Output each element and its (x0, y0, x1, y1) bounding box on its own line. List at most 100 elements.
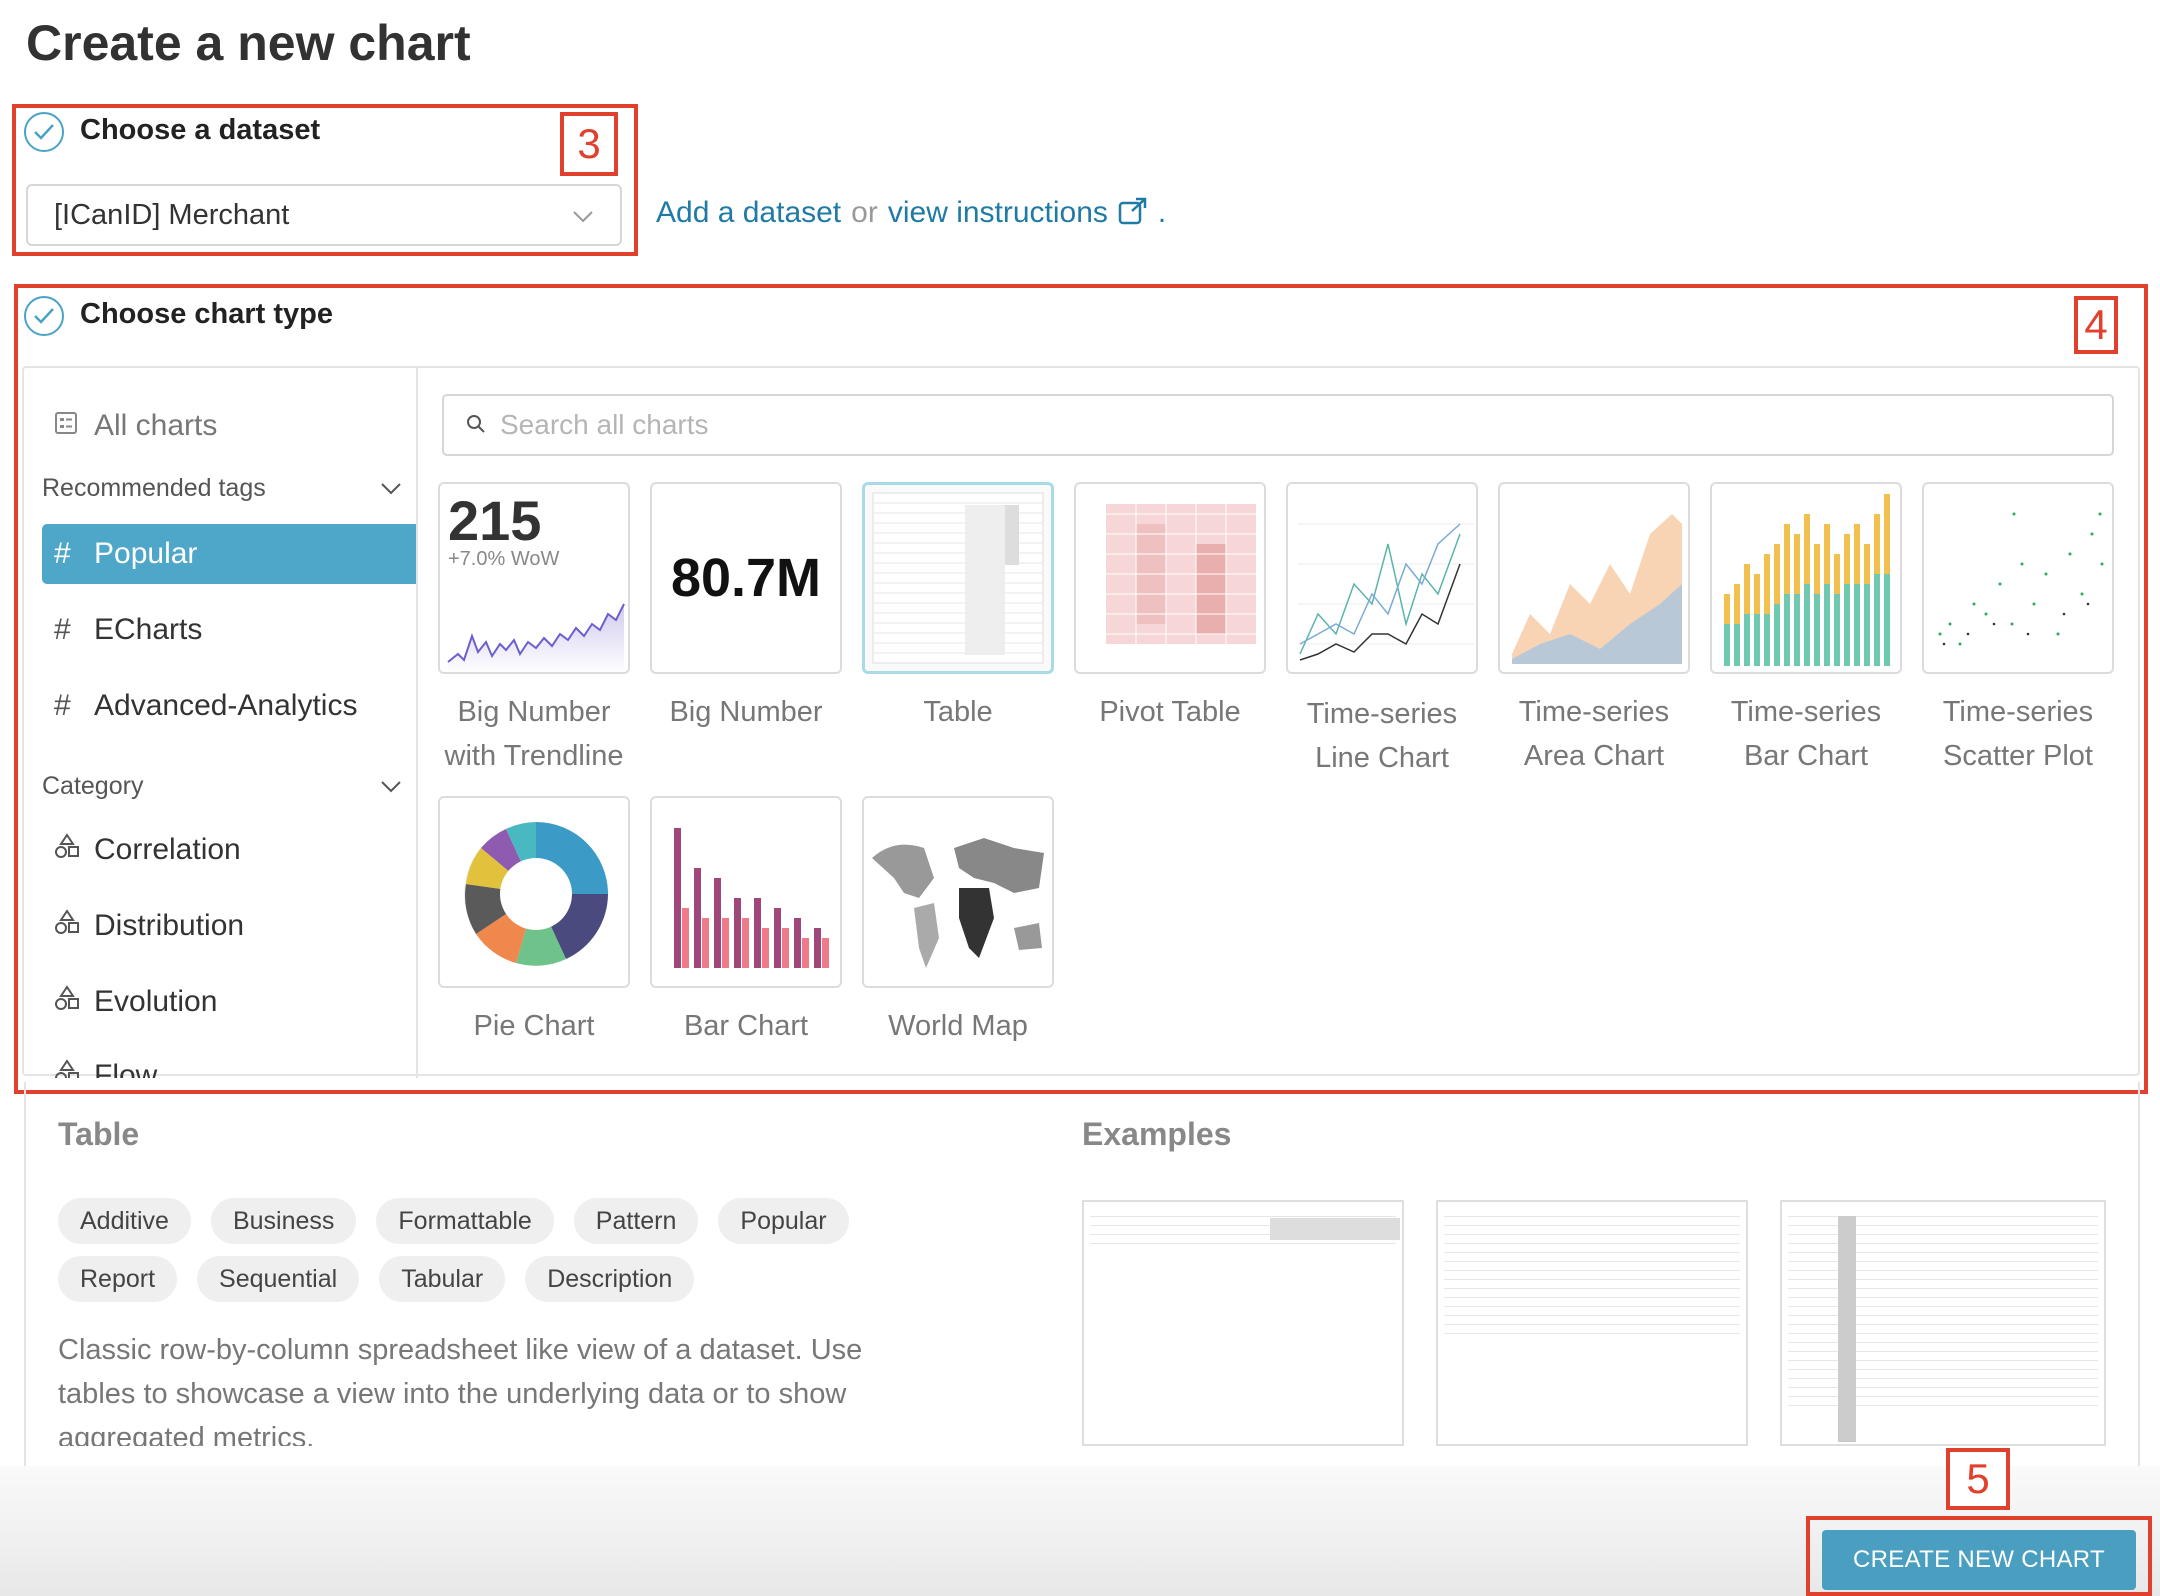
example-thumbnail[interactable] (1436, 1200, 1748, 1446)
example-thumbnail[interactable] (1780, 1200, 2106, 1446)
chart-tile-table[interactable] (862, 482, 1054, 674)
sidebar-item-label: Flow (94, 1059, 158, 1078)
tile-label-line1: Time-series (1730, 696, 1882, 728)
tag-chip: Formattable (376, 1198, 554, 1244)
search-placeholder: Search all charts (500, 409, 709, 440)
dataset-select-value: [ICanID] Merchant (54, 198, 290, 231)
chart-tile-pivot-table[interactable] (1074, 482, 1266, 674)
tile-label-line1: Big Number (669, 696, 823, 728)
chevron-down-icon (380, 772, 402, 801)
chart-type-step-check-icon (24, 296, 64, 336)
sidebar-item-echarts[interactable]: # ECharts (42, 600, 416, 660)
big-number-value: 80.7M (670, 548, 822, 608)
chart-tile-label: Time-series Bar Chart (1700, 690, 1912, 778)
chart-sidebar: All charts Recommended tags # Popular # … (22, 366, 418, 1078)
tile-label-line2: Area Chart (1523, 740, 1665, 772)
tile-label-line1: Big Number (457, 696, 611, 728)
sidebar-item-label: ECharts (94, 613, 203, 646)
example-thumbnail[interactable] (1082, 1200, 1404, 1446)
sidebar-item-distribution[interactable]: Distribution (42, 896, 416, 956)
dataset-select[interactable]: [ICanID] Merchant (26, 184, 622, 246)
dataset-links: Add a dataset or view instructions . (656, 196, 1166, 230)
chart-tile-label: Time-series Line Chart (1276, 692, 1488, 780)
chart-tile-label: Big Number (640, 690, 852, 734)
chart-tile-label: World Map (852, 1004, 1064, 1048)
create-new-chart-button[interactable]: CREATE NEW CHART (1822, 1530, 2136, 1590)
area-chart-thumbnail (1512, 514, 1682, 664)
dataset-step-check-icon (24, 112, 64, 152)
sidebar-item-flow[interactable]: Flow (42, 1046, 416, 1078)
chart-type-step-label: Choose chart type (80, 298, 333, 330)
search-icon (466, 409, 486, 441)
annotation-label-5: 5 (1946, 1448, 2010, 1510)
chart-tile-bar-chart[interactable] (650, 796, 842, 988)
category-label: Category (42, 772, 144, 800)
chart-search-input[interactable]: Search all charts (442, 394, 2114, 456)
tag-chip: Business (210, 1198, 357, 1244)
recommended-tags-label: Recommended tags (42, 474, 266, 502)
chart-tile-pie-chart[interactable] (438, 796, 630, 988)
sidebar-item-all-charts[interactable]: All charts (42, 396, 416, 456)
external-link-icon[interactable] (1118, 197, 1148, 230)
sidebar-item-label: Popular (94, 537, 198, 570)
big-number-trend-delta: +7.0% WoW (448, 548, 560, 570)
list-icon (54, 409, 94, 443)
tag-chip: Pattern (573, 1198, 699, 1244)
hash-icon: # (54, 689, 71, 722)
shapes-icon (54, 833, 94, 867)
sidebar-item-label: Distribution (94, 909, 245, 942)
big-number-trend-value: 215 (448, 489, 542, 552)
chart-tile-label: Pivot Table (1064, 690, 1276, 734)
details-tags: Additive Business Formattable Pattern Po… (58, 1198, 878, 1302)
tile-label-line1: Time-series (1306, 698, 1458, 730)
dataset-step-label: Choose a dataset (80, 114, 321, 146)
sidebar-item-label: Correlation (94, 833, 241, 866)
line-chart-thumbnail (1298, 523, 1474, 661)
annotation-label-3: 3 (560, 112, 618, 176)
sidebar-item-advanced-analytics[interactable]: # Advanced-Analytics (42, 676, 416, 736)
hash-icon: # (54, 537, 71, 570)
chevron-down-icon (380, 474, 402, 503)
tile-label-line1: Pie Chart (473, 1010, 595, 1042)
tile-label-line1: World Map (888, 1010, 1028, 1042)
tile-label-line2: Line Chart (1315, 742, 1449, 774)
links-period: . (1157, 196, 1167, 229)
tag-chip: Additive (58, 1198, 191, 1244)
chart-tile-time-series-scatter[interactable] (1922, 482, 2114, 674)
bar-chart-thumbnail (1724, 494, 1890, 666)
sidebar-item-popular[interactable]: # Popular (42, 524, 416, 584)
examples-label: Examples (1082, 1116, 1232, 1152)
chart-tile-time-series-bar[interactable] (1710, 482, 1902, 674)
recommended-tags-header[interactable]: Recommended tags (42, 474, 402, 503)
view-instructions-link[interactable]: view instructions (888, 196, 1108, 230)
tile-label-line1: Time-series (1518, 696, 1670, 728)
tile-label-line2: with Trendline (444, 740, 624, 772)
chart-tile-label: Pie Chart (428, 1004, 640, 1048)
world-map-thumbnail (872, 838, 1044, 968)
tag-chip: Report (58, 1256, 178, 1302)
tag-chip: Description (525, 1256, 695, 1302)
or-text: or (851, 196, 878, 229)
tag-chip: Sequential (197, 1256, 360, 1302)
details-title: Table (58, 1116, 140, 1152)
chart-tile-time-series-line[interactable] (1286, 482, 1478, 674)
add-dataset-link[interactable]: Add a dataset (656, 196, 841, 230)
sidebar-item-label: Evolution (94, 985, 218, 1018)
sidebar-item-label: All charts (94, 409, 218, 442)
chart-tile-big-number[interactable]: 80.7M (650, 482, 842, 674)
page-title: Create a new chart (26, 15, 471, 71)
chevron-down-icon (572, 199, 594, 232)
shapes-icon (54, 909, 94, 943)
chart-tile-time-series-area[interactable] (1498, 482, 1690, 674)
sidebar-item-evolution[interactable]: Evolution (42, 972, 416, 1032)
shapes-icon (54, 985, 94, 1019)
chart-tile-big-number-trendline[interactable]: 215 +7.0% WoW (438, 482, 630, 674)
bar-chart-2-thumbnail (674, 828, 829, 968)
sidebar-item-correlation[interactable]: Correlation (42, 820, 416, 880)
tile-label-line2: Bar Chart (1743, 740, 1869, 772)
chart-tile-world-map[interactable] (862, 796, 1054, 988)
category-header[interactable]: Category (42, 772, 402, 801)
annotation-label-4: 4 (2074, 296, 2118, 354)
chart-tile-label: Big Number with Trendline (428, 690, 640, 778)
tag-chip: Popular (718, 1198, 849, 1244)
